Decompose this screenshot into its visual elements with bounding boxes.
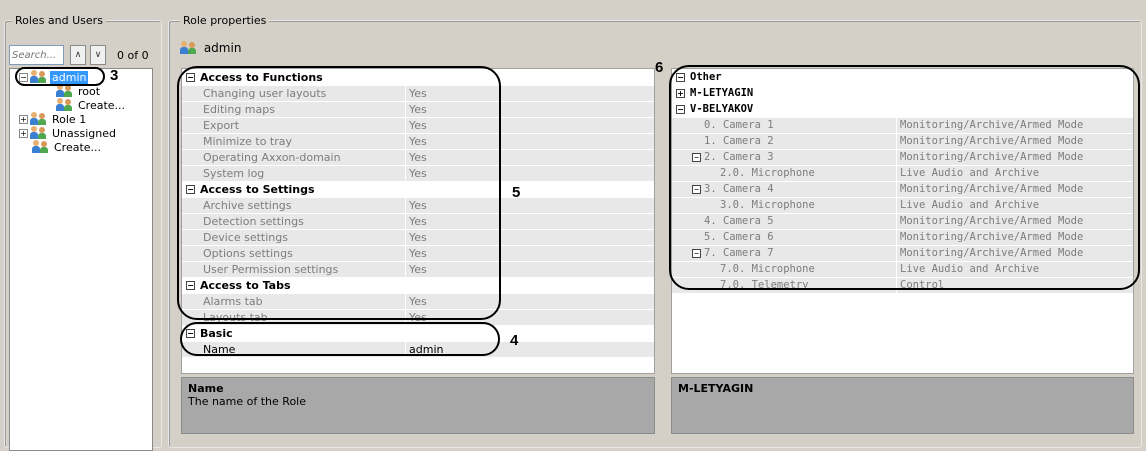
callout-5: 5 xyxy=(512,184,521,201)
role-header: admin xyxy=(180,40,241,56)
callout-oval-admin xyxy=(15,67,105,86)
tree-item-label: Create... xyxy=(78,99,126,112)
search-match-count: 0 of 0 xyxy=(117,49,149,62)
tree-item-label: root xyxy=(78,85,101,98)
devices-description-title: M-LETYAGIN xyxy=(678,382,754,395)
callout-oval-devices xyxy=(669,65,1140,290)
tree-item[interactable]: Create... xyxy=(19,140,103,154)
tree-item[interactable]: + Role 1 xyxy=(19,112,88,126)
tree-item-label: Unassigned xyxy=(52,127,116,140)
callout-4: 4 xyxy=(510,332,519,349)
devices-description: M-LETYAGIN xyxy=(671,377,1134,434)
expand-icon[interactable]: + xyxy=(19,115,28,124)
description-title: Name xyxy=(188,382,224,395)
tree-item[interactable]: + Unassigned xyxy=(19,126,118,140)
callout-3: 3 xyxy=(110,67,119,84)
callout-6: 6 xyxy=(655,59,664,76)
tree-item-label: Role 1 xyxy=(52,113,87,126)
search-input[interactable] xyxy=(9,45,64,65)
tree-item[interactable]: root xyxy=(43,84,102,98)
role-icon xyxy=(180,41,198,54)
search-prev-button[interactable]: ∧ xyxy=(70,45,86,65)
search-next-button[interactable]: ∨ xyxy=(90,45,106,65)
chevron-down-icon: ∨ xyxy=(94,50,102,60)
tree-item-label: Create... xyxy=(54,141,102,154)
role-properties-title: Role properties xyxy=(180,14,270,27)
tree-item[interactable]: Create... xyxy=(43,98,127,112)
chevron-up-icon: ∧ xyxy=(74,50,82,60)
expand-icon[interactable]: + xyxy=(19,129,28,138)
callout-oval-basic xyxy=(180,322,500,356)
callout-oval-permissions xyxy=(177,66,501,320)
permissions-description: Name The name of the Role xyxy=(181,377,655,434)
user-icon xyxy=(32,140,50,153)
role-name-heading: admin xyxy=(203,41,242,55)
user-icon xyxy=(30,112,48,125)
user-icon xyxy=(30,126,48,139)
user-icon xyxy=(56,98,74,111)
description-text: The name of the Role xyxy=(188,395,306,408)
roles-users-title: Roles and Users xyxy=(12,14,106,27)
